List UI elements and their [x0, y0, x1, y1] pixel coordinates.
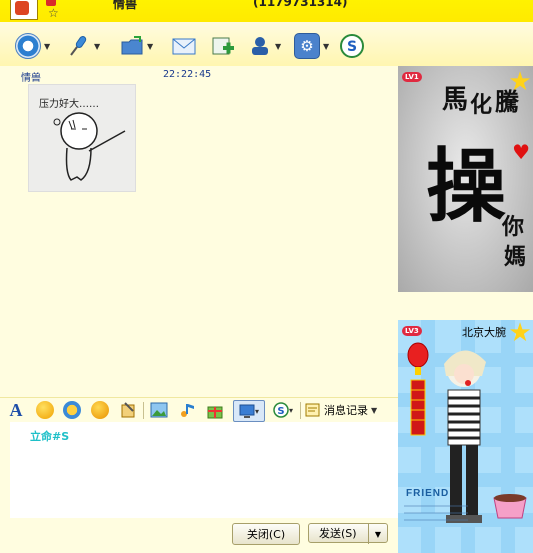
message-input[interactable]: 立命#S: [10, 422, 398, 518]
font-icon[interactable]: A: [6, 400, 26, 420]
picture-icon: [150, 402, 168, 418]
message-sender: 情兽: [21, 73, 41, 84]
svg-text:S: S: [347, 39, 357, 55]
screenshot-button[interactable]: ▾: [233, 400, 265, 422]
calligraphy-char-1: 馬: [442, 85, 468, 115]
mail-icon: [172, 34, 196, 58]
friend-text: FRIEND: [406, 488, 450, 499]
sticker-image[interactable]: 压力好大……: [28, 84, 136, 192]
voice-button[interactable]: ▼: [67, 32, 100, 60]
self-avatar-panel[interactable]: LV3 北京大腕 ★ FRIEND: [398, 320, 533, 553]
message-time: 22:22:45: [163, 69, 212, 80]
soso-search-button[interactable]: S ▾: [270, 400, 296, 420]
chat-history[interactable]: 情兽 22:22:45 压力好大……: [10, 66, 390, 396]
close-button[interactable]: 关闭(C): [232, 523, 300, 545]
microphone-icon: [67, 34, 91, 58]
smiley-icon: [36, 401, 54, 419]
title-bar: ☆ 情兽 (1179731314): [0, 0, 533, 23]
create-group-button[interactable]: [211, 32, 235, 60]
screen-capture-icon: [239, 404, 255, 418]
calligraphy-char-5: 你: [501, 214, 524, 240]
webcam-icon: [15, 33, 41, 59]
star-icon: ☆: [48, 6, 59, 20]
send-file-button[interactable]: ▼: [120, 32, 153, 60]
chevron-down-icon[interactable]: ▼: [275, 42, 281, 51]
music-icon: [181, 404, 194, 417]
contact-show-panel[interactable]: 馬 化 騰 操 你 媽 LV1 ★ ♥: [398, 66, 533, 292]
send-button[interactable]: 发送(S) ▼: [308, 523, 388, 544]
send-label: 发送(S): [319, 527, 357, 540]
chevron-down-icon[interactable]: ▼: [323, 42, 329, 51]
music-button[interactable]: [178, 400, 196, 420]
sticker-drawing: [53, 112, 126, 181]
level-star-icon: ★: [508, 67, 532, 97]
gift-button[interactable]: [206, 400, 224, 420]
panel-divider: [398, 292, 533, 320]
message-history-button[interactable]: 消息记录 ▼: [305, 400, 377, 420]
lantern-icon: [407, 342, 429, 368]
chevron-down-icon[interactable]: ▼: [147, 42, 153, 51]
remote-assist-button[interactable]: ▼: [248, 32, 281, 60]
calligraphy-char-6: 媽: [504, 244, 526, 270]
voice-message-button[interactable]: [119, 400, 137, 420]
send-image-button[interactable]: [150, 400, 168, 420]
chevron-down-icon[interactable]: ▼: [371, 406, 377, 415]
soso-icon: S: [273, 402, 289, 418]
chevron-down-icon[interactable]: ▾: [255, 407, 259, 416]
chevron-down-icon[interactable]: ▼: [94, 42, 100, 51]
soso-icon: S: [340, 34, 364, 58]
bottom-bar: 关闭(C) 发送(S) ▼: [0, 518, 398, 553]
history-icon: [305, 403, 320, 417]
contact-avatar[interactable]: [10, 0, 38, 20]
gift-icon: [207, 406, 223, 419]
calligraphy-char-2: 化: [470, 92, 492, 118]
contact-id: (1179731314): [253, 0, 348, 9]
message-input-text: 立命#S: [30, 430, 70, 443]
emoticon-button[interactable]: [36, 400, 54, 420]
chevron-down-icon[interactable]: ▼: [44, 42, 50, 51]
heart-icon: ♥: [512, 140, 530, 164]
shake-button[interactable]: [91, 400, 109, 420]
apps-button[interactable]: ⚙ ▼: [294, 32, 329, 60]
chevron-down-icon[interactable]: ▾: [289, 406, 293, 415]
magic-emoticon-button[interactable]: [63, 400, 81, 420]
note-icon: [121, 402, 135, 418]
avatar-name: 北京大腕: [462, 326, 506, 339]
svg-text:S: S: [277, 406, 284, 417]
video-button[interactable]: ▼: [15, 32, 50, 60]
level-star-icon: ★: [508, 320, 532, 348]
message-history-label: 消息记录: [324, 404, 368, 417]
level-badge: LV1: [402, 72, 422, 82]
magic-face-icon: [63, 401, 81, 419]
calligraphy-image: 馬 化 騰 操 你 媽: [426, 85, 526, 270]
shake-face-icon: [91, 401, 109, 419]
user-icon: [248, 34, 272, 58]
contact-name: 情兽: [113, 0, 138, 11]
level-badge: LV3: [402, 326, 422, 336]
gear-icon: ⚙: [294, 33, 320, 59]
chat-toolbar: ▼ ▼ ▼ ▼ ⚙ ▼ S: [0, 22, 533, 66]
avatar-scene: [398, 320, 533, 553]
folder-icon: [120, 34, 144, 58]
calligraphy-char-4: 操: [426, 139, 506, 233]
format-toolbar: A ▾ S ▾ 消息记录 ▼: [0, 397, 398, 423]
group-add-icon: [211, 34, 235, 58]
soso-button[interactable]: S: [340, 32, 364, 60]
send-options-chevron-icon[interactable]: ▼: [368, 524, 387, 544]
send-mail-button[interactable]: [172, 32, 196, 60]
